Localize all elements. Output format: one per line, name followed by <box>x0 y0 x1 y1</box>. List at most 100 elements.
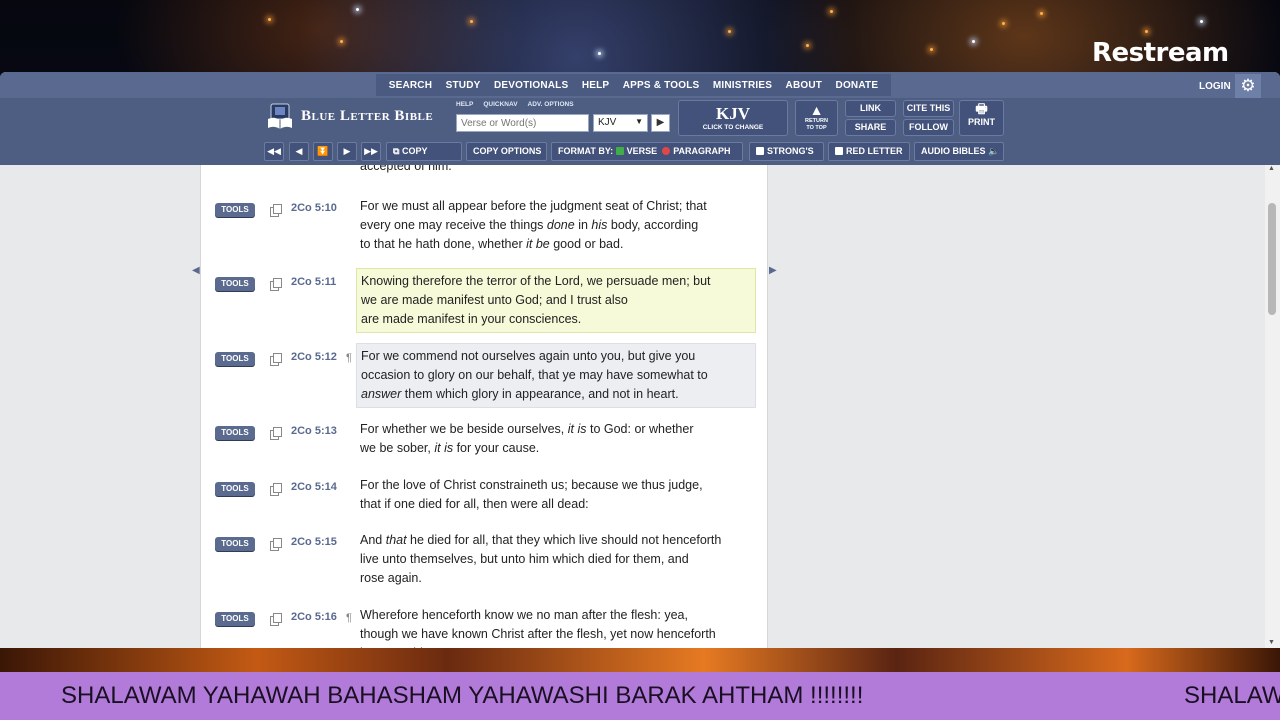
red-letter-toggle[interactable]: RED LETTER <box>828 142 910 161</box>
copy-icon[interactable] <box>270 204 282 217</box>
verse-line: we are made manifest unto God; and I tru… <box>361 293 628 307</box>
right-arrow-icon[interactable]: ▶ <box>769 265 777 276</box>
jump-down-button[interactable]: ⏬ <box>313 142 333 161</box>
nav-about[interactable]: ABOUT <box>786 80 823 91</box>
verse-reference[interactable]: 2Co 5:14 <box>291 481 337 493</box>
tools-button[interactable]: TOOLS <box>215 426 255 440</box>
top-navigation: SEARCH STUDY DEVOTIONALS HELP APPS & TOO… <box>0 72 1280 98</box>
ticker-banner: SHALAWAM YAHAWAH BAHASHAM YAHAWASHI BARA… <box>0 672 1280 720</box>
strongs-checkbox[interactable] <box>756 147 764 155</box>
previous-verse-fragment: accepted of him. <box>360 165 452 173</box>
verse-text[interactable]: For we commend not ourselves again unto … <box>356 343 756 408</box>
quicknav-link[interactable]: QUICKNAV <box>483 101 517 108</box>
copy-icon[interactable] <box>270 483 282 496</box>
scroll-down-icon[interactable]: ▼ <box>1268 639 1275 646</box>
verse-line: Wherefore henceforth know we no man afte… <box>360 608 688 622</box>
nav-help[interactable]: HELP <box>582 80 609 91</box>
nav-study[interactable]: STUDY <box>446 80 481 91</box>
strongs-label: STRONG'S <box>767 146 814 156</box>
tools-button[interactable]: TOOLS <box>215 612 255 626</box>
tools-button[interactable]: TOOLS <box>215 277 255 291</box>
nav-apps-tools[interactable]: APPS & TOOLS <box>623 80 700 91</box>
gear-icon[interactable]: ⚙ <box>1235 74 1261 98</box>
tools-button[interactable]: TOOLS <box>215 352 255 366</box>
scrollbar-thumb[interactable] <box>1268 203 1276 315</box>
copy-icon[interactable] <box>270 538 282 551</box>
verse-text[interactable]: Wherefore henceforth know we no man afte… <box>356 603 756 648</box>
last-chapter-button[interactable]: ▶▶ <box>361 142 381 161</box>
site-logo-text[interactable]: Blue Letter Bible <box>301 108 433 125</box>
scrollbar[interactable]: ▲ ▼ <box>1265 165 1280 648</box>
follow-button[interactable]: FOLLOW <box>903 119 954 136</box>
verse-text[interactable]: For whether we be beside ourselves, it i… <box>356 417 756 461</box>
verse-text[interactable]: And that he died for all, that they whic… <box>356 528 756 591</box>
next-chapter-button[interactable]: ▶ <box>337 142 357 161</box>
verse-line: For whether we be beside ourselves, it i… <box>360 422 694 436</box>
spark <box>1040 12 1043 15</box>
help-link[interactable]: HELP <box>456 101 473 108</box>
verse-radio[interactable] <box>615 147 624 155</box>
copy-icon[interactable] <box>270 613 282 626</box>
left-arrow-icon[interactable]: ◀ <box>192 265 200 276</box>
search-go-button[interactable]: ▶ <box>651 114 670 132</box>
version-change-button[interactable]: KJV CLICK TO CHANGE <box>678 100 788 136</box>
rewind-icon: ◀◀ <box>267 146 281 156</box>
login-link[interactable]: LOGIN <box>1199 81 1231 92</box>
verse-reference[interactable]: 2Co 5:12 <box>291 351 337 363</box>
prev-chapter-button[interactable]: ◀ <box>289 142 309 161</box>
adv-options-link[interactable]: ADV. OPTIONS <box>528 101 574 108</box>
strongs-toggle[interactable]: STRONG'S <box>749 142 824 161</box>
paragraph-label[interactable]: PARAGRAPH <box>673 146 730 156</box>
paragraph-radio[interactable] <box>662 147 671 155</box>
up-arrow-icon: ▲ <box>809 102 824 118</box>
print-button[interactable]: 🖶 PRINT <box>959 100 1004 136</box>
nav-devotionals[interactable]: DEVOTIONALS <box>494 80 568 91</box>
verse-label[interactable]: VERSE <box>627 146 658 156</box>
verse-reference[interactable]: 2Co 5:13 <box>291 425 337 437</box>
copy-options-button[interactable]: COPY OPTIONS <box>466 142 547 161</box>
verse-text[interactable]: For we must all appear before the judgme… <box>356 194 756 257</box>
book-logo-icon[interactable] <box>266 103 294 131</box>
tools-button[interactable]: TOOLS <box>215 537 255 551</box>
nav-search[interactable]: SEARCH <box>389 80 432 91</box>
nav-ministries[interactable]: MINISTRIES <box>713 80 772 91</box>
verse-reference[interactable]: 2Co 5:15 <box>291 536 337 548</box>
tools-button[interactable]: TOOLS <box>215 203 255 217</box>
version-select-value: KJV <box>598 117 617 128</box>
verse-line: And that he died for all, that they whic… <box>360 533 722 547</box>
ticker-message-repeat: SHALAW <box>1184 682 1280 709</box>
tools-button[interactable]: TOOLS <box>215 482 255 496</box>
verse-text[interactable]: Knowing therefore the terror of the Lord… <box>356 268 756 333</box>
version-select[interactable]: KJV ▼ <box>593 114 648 132</box>
red-letter-label: RED LETTER <box>846 146 903 156</box>
format-by-group: FORMAT BY: VERSE PARAGRAPH <box>551 142 743 161</box>
ticker-message: SHALAWAM YAHAWAH BAHASHAM YAHAWASHI BARA… <box>61 682 864 709</box>
nav-donate[interactable]: DONATE <box>836 80 879 91</box>
prev-icon: ◀ <box>295 146 303 156</box>
share-button[interactable]: SHARE <box>845 119 896 136</box>
red-letter-checkbox[interactable] <box>835 147 843 155</box>
spark <box>830 10 833 13</box>
cite-this-button[interactable]: CITE THIS <box>903 100 954 117</box>
copy-icon[interactable] <box>270 278 282 291</box>
version-label: KJV <box>716 104 750 123</box>
scroll-up-icon[interactable]: ▲ <box>1268 165 1275 172</box>
verse-reference[interactable]: 2Co 5:10 <box>291 202 337 214</box>
flames-background <box>0 648 1280 672</box>
verse-text[interactable]: For the love of Christ constraineth us; … <box>356 473 756 517</box>
first-chapter-button[interactable]: ◀◀ <box>264 142 284 161</box>
spark <box>930 48 933 51</box>
verse-reference[interactable]: 2Co 5:11 <box>291 276 336 288</box>
link-button[interactable]: LINK <box>845 100 896 117</box>
copy-button[interactable]: ⧉ COPY <box>386 142 462 161</box>
skip-down-icon: ⏬ <box>317 146 329 156</box>
copy-icon[interactable] <box>270 427 282 440</box>
spark <box>340 40 343 43</box>
copy-icon[interactable] <box>270 353 282 366</box>
verse-reference[interactable]: 2Co 5:16 <box>291 611 337 623</box>
audio-bibles-button[interactable]: AUDIO BIBLES 🔈 <box>914 142 1004 161</box>
next-icon: ▶ <box>343 146 351 156</box>
return-to-top-button[interactable]: ▲ RETURN TO TOP <box>795 100 838 136</box>
version-sublabel: CLICK TO CHANGE <box>702 124 764 131</box>
search-input[interactable] <box>456 114 589 132</box>
